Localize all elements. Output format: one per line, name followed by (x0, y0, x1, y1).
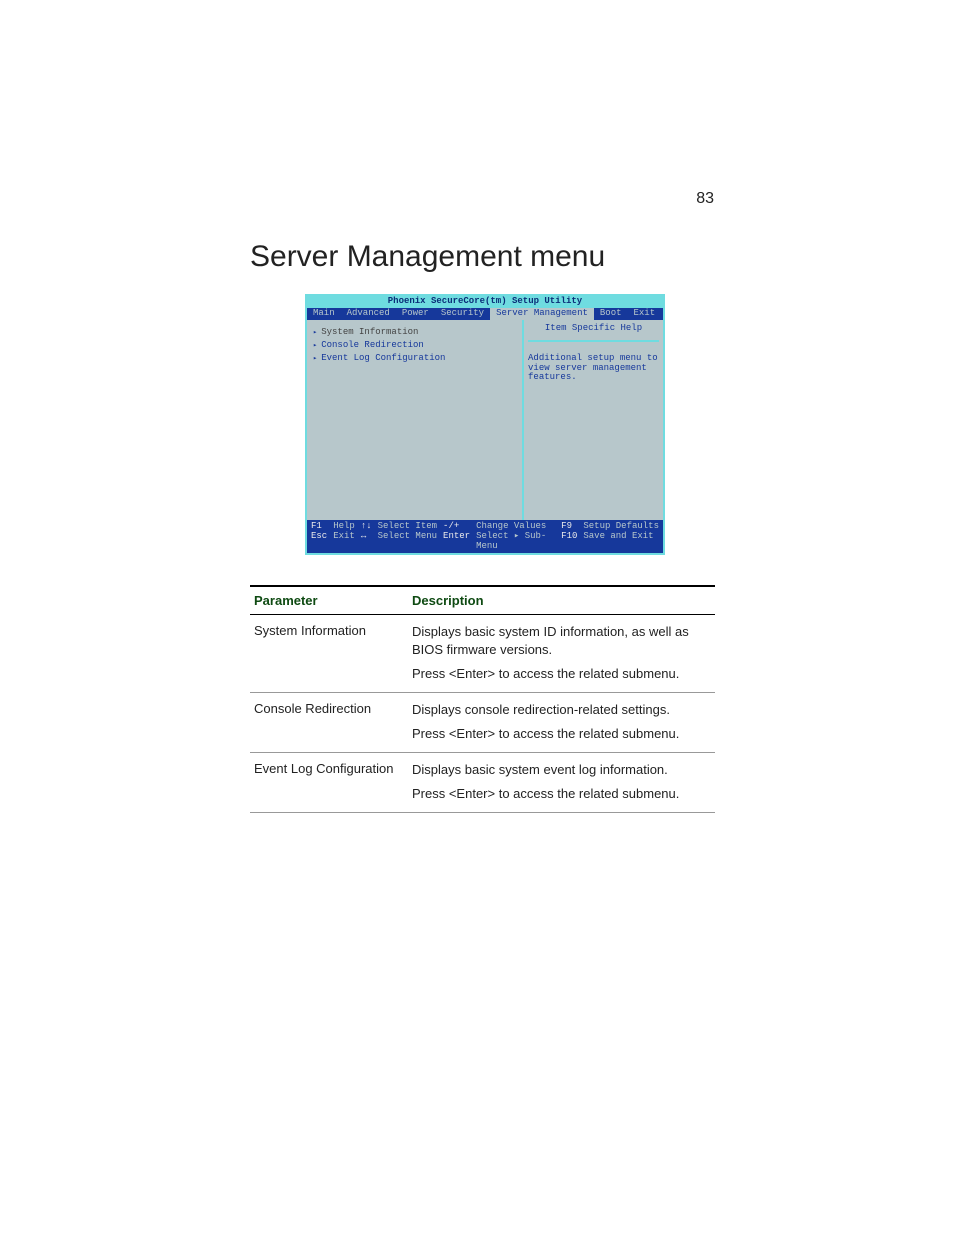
page-number: 83 (696, 190, 714, 208)
bios-utility-title: Phoenix SecureCore(tm) Setup Utility (307, 296, 663, 308)
table-cell-param: Console Redirection (250, 693, 408, 753)
bios-footer-key: Enter (443, 532, 470, 552)
page-title: Server Management menu (250, 240, 714, 274)
bios-menu: ▸ System Information ▸ Console Redirecti… (307, 320, 524, 520)
table-cell-desc: Displays basic system event log informat… (408, 753, 715, 813)
bios-menu-item: ▸ Event Log Configuration (313, 354, 516, 364)
bios-help-title: Item Specific Help (528, 324, 659, 342)
chevron-right-icon: ▸ (313, 343, 319, 351)
desc-line: Press <Enter> to access the related subm… (412, 725, 711, 743)
table-row: Event Log Configuration Displays basic s… (250, 753, 715, 813)
bios-tab-advanced: Advanced (341, 308, 396, 320)
bios-tab-bar: Main Advanced Power Security Server Mana… (307, 308, 663, 320)
table-header-description: Description (408, 586, 715, 615)
table-cell-param: Event Log Configuration (250, 753, 408, 813)
bios-footer-label: Exit (333, 532, 355, 552)
bios-menu-label: Console Redirection (321, 341, 424, 351)
bios-menu-item: ▸ Console Redirection (313, 341, 516, 351)
desc-line: Press <Enter> to access the related subm… (412, 785, 711, 803)
bios-screenshot: Phoenix SecureCore(tm) Setup Utility Mai… (305, 294, 665, 555)
bios-help-text: Additional setup menu to view server man… (528, 354, 659, 384)
parameter-table: Parameter Description System Information… (250, 585, 715, 813)
bios-menu-item: ▸ System Information (313, 328, 516, 338)
table-header-parameter: Parameter (250, 586, 408, 615)
bios-footer-label: Save and Exit (583, 532, 659, 552)
desc-line: Displays basic system ID information, as… (412, 623, 711, 658)
bios-footer-label: Select Menu (378, 532, 437, 552)
bios-tab-main: Main (307, 308, 341, 320)
table-row: System Information Displays basic system… (250, 615, 715, 693)
bios-menu-label: Event Log Configuration (321, 354, 445, 364)
desc-line: Displays basic system event log informat… (412, 761, 711, 779)
bios-footer: F1 Help ↑↓ Select Item -/+ Change Values… (307, 520, 663, 554)
table-cell-param: System Information (250, 615, 408, 693)
bios-tab-power: Power (396, 308, 435, 320)
bios-footer-key: Esc (311, 532, 327, 552)
bios-help-panel: Item Specific Help Additional setup menu… (524, 320, 663, 520)
bios-tab-security: Security (435, 308, 490, 320)
bios-tab-exit: Exit (628, 308, 662, 320)
table-cell-desc: Displays console redirection-related set… (408, 693, 715, 753)
document-page: 83 Server Management menu Phoenix Secure… (0, 0, 954, 1235)
bios-footer-key: ↔ (361, 532, 372, 552)
bios-tab-boot: Boot (594, 308, 628, 320)
chevron-right-icon: ▸ (313, 330, 319, 338)
bios-menu-label: System Information (321, 328, 418, 338)
bios-footer-key: F10 (561, 532, 577, 552)
bios-footer-label: Select ▸ Sub-Menu (476, 532, 555, 552)
table-row: Console Redirection Displays console red… (250, 693, 715, 753)
table-cell-desc: Displays basic system ID information, as… (408, 615, 715, 693)
bios-tab-server-management: Server Management (490, 308, 594, 320)
desc-line: Displays console redirection-related set… (412, 701, 711, 719)
chevron-right-icon: ▸ (313, 356, 319, 364)
desc-line: Press <Enter> to access the related subm… (412, 665, 711, 683)
